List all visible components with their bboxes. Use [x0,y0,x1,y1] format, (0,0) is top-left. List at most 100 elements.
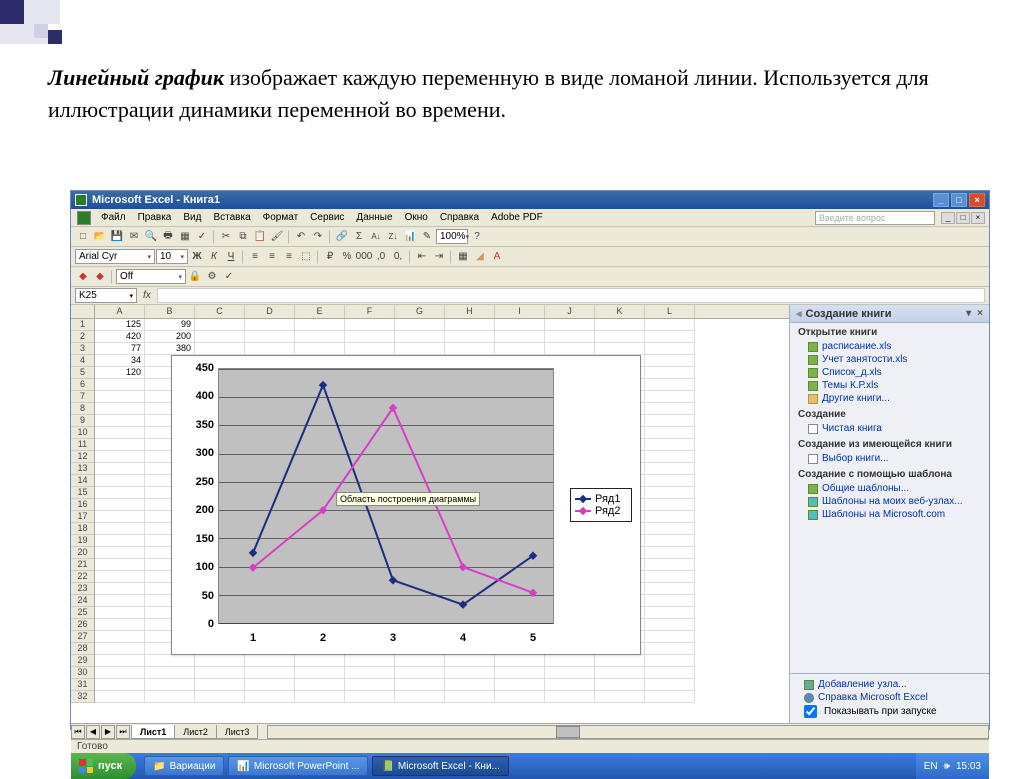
cell[interactable] [195,343,245,355]
cell[interactable] [495,667,545,679]
taskpane-back-icon[interactable]: ◂ [796,307,802,320]
cell[interactable] [595,319,645,331]
maximize-button[interactable]: □ [951,193,967,207]
dec-decimal-icon[interactable]: 0, [390,249,406,265]
cell[interactable] [645,559,695,571]
new-icon[interactable]: □ [75,229,91,245]
cell[interactable] [645,367,695,379]
row-header[interactable]: 7 [71,391,95,403]
doc-close-button[interactable]: × [971,212,985,224]
cell[interactable] [645,595,695,607]
italic-icon[interactable]: К [206,249,222,265]
drawing-icon[interactable]: ✎ [419,229,435,245]
mail-icon[interactable]: ✉ [126,229,142,245]
save-icon[interactable]: 💾 [109,229,125,245]
cell[interactable] [445,679,495,691]
cell[interactable] [645,403,695,415]
cell[interactable] [295,343,345,355]
embedded-chart[interactable]: 050100150200250300350400450 12345 Област… [171,355,641,655]
cell[interactable] [295,331,345,343]
row-header[interactable]: 9 [71,415,95,427]
fx-icon[interactable]: fx [143,290,151,301]
cell[interactable] [295,691,345,703]
lang-indicator[interactable]: EN [924,761,938,772]
cell[interactable] [395,343,445,355]
cell[interactable] [545,667,595,679]
cell[interactable] [645,475,695,487]
tp-show-startup-checkbox[interactable] [804,705,817,718]
cell[interactable] [645,691,695,703]
cell[interactable] [195,691,245,703]
cell[interactable] [395,691,445,703]
chart-plot-area[interactable]: 050100150200250300350400450 12345 Област… [176,364,558,646]
menu-adobe[interactable]: Adobe PDF [485,211,549,224]
cell[interactable] [95,667,145,679]
cell[interactable] [145,679,195,691]
cell[interactable] [645,655,695,667]
underline-icon[interactable]: Ч [223,249,239,265]
row-header[interactable]: 22 [71,571,95,583]
col-C[interactable]: C [195,305,245,318]
cell[interactable] [645,619,695,631]
tp-help[interactable]: Справка Microsoft Excel [796,691,983,704]
tp-open-link-1[interactable]: Учет занятости.xls [790,353,989,366]
row-header[interactable]: 24 [71,595,95,607]
sec-icon-1[interactable]: 🔒 [187,269,203,285]
doc-control-icon[interactable] [77,211,91,225]
close-button[interactable]: × [969,193,985,207]
cell[interactable]: 125 [95,319,145,331]
sort-asc-icon[interactable]: A↓ [368,229,384,245]
row-header[interactable]: 26 [71,619,95,631]
cell[interactable] [95,427,145,439]
name-box[interactable]: K25▾ [75,288,137,303]
align-left-icon[interactable]: ≡ [247,249,263,265]
bold-icon[interactable]: Ж [189,249,205,265]
row-header[interactable]: 10 [71,427,95,439]
tp-template-1[interactable]: Шаблоны на моих веб-узлах... [790,495,989,508]
open-icon[interactable]: 📂 [92,229,108,245]
search-icon[interactable]: 🔍 [143,229,159,245]
row-header[interactable]: 27 [71,631,95,643]
cell[interactable] [195,667,245,679]
cell[interactable]: 77 [95,343,145,355]
menu-tools[interactable]: Сервис [304,211,350,224]
font-size-box[interactable]: 10▾ [156,249,188,264]
col-A[interactable]: A [95,305,145,318]
cell[interactable] [95,619,145,631]
col-K[interactable]: K [595,305,645,318]
cell[interactable] [645,607,695,619]
start-button[interactable]: пуск [71,753,136,779]
cell[interactable] [95,655,145,667]
cell[interactable] [645,547,695,559]
cell[interactable]: 99 [145,319,195,331]
row-header[interactable]: 32 [71,691,95,703]
row-header[interactable]: 14 [71,475,95,487]
menu-help[interactable]: Справка [434,211,485,224]
tp-template-2[interactable]: Шаблоны на Microsoft.com [790,508,989,521]
row-header[interactable]: 18 [71,523,95,535]
sheet-tab-1[interactable]: Лист1 [131,725,175,739]
cell[interactable] [245,655,295,667]
tp-create-blank[interactable]: Чистая книга [790,422,989,435]
cell[interactable] [645,643,695,655]
pdf-icon[interactable]: ◆ [75,269,91,285]
row-header[interactable]: 25 [71,607,95,619]
cell[interactable] [145,667,195,679]
sort-desc-icon[interactable]: Z↓ [385,229,401,245]
percent-icon[interactable]: % [339,249,355,265]
cell[interactable] [95,535,145,547]
cell[interactable] [645,379,695,391]
preview-icon[interactable]: ▦ [177,229,193,245]
cell[interactable] [95,679,145,691]
cell[interactable] [645,679,695,691]
cell[interactable] [345,655,395,667]
cell[interactable] [645,391,695,403]
cell[interactable] [395,331,445,343]
tp-open-link-2[interactable]: Список_д.xls [790,366,989,379]
cell[interactable] [445,319,495,331]
col-G[interactable]: G [395,305,445,318]
align-right-icon[interactable]: ≡ [281,249,297,265]
cell[interactable] [95,511,145,523]
help-icon[interactable]: ? [469,229,485,245]
menu-file[interactable]: Файл [95,211,132,224]
